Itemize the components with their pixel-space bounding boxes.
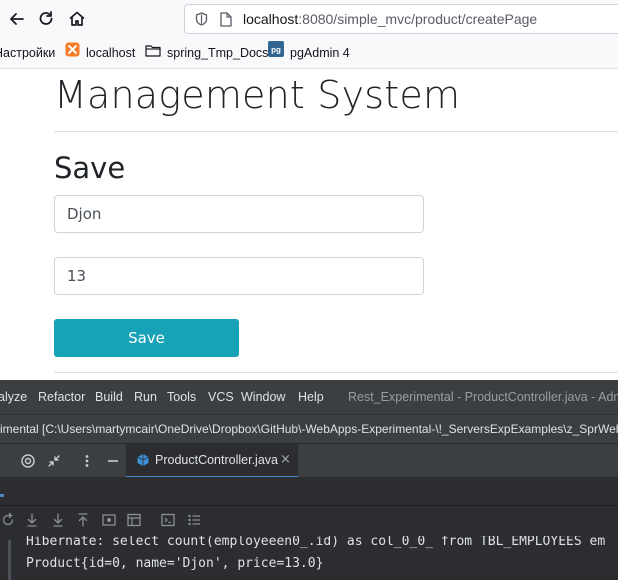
tool-window-area <box>0 477 618 505</box>
menu-vcs[interactable]: VCS <box>208 380 234 414</box>
home-icon[interactable] <box>67 9 87 29</box>
run-toolbar <box>0 505 618 537</box>
target-icon[interactable] <box>20 453 36 469</box>
bookmark-pgadmin[interactable]: pg pgAdmin 4 <box>268 38 350 68</box>
terminal-icon[interactable] <box>160 512 176 528</box>
bookmark-spring-docs[interactable]: spring_Tmp_Docs <box>145 38 268 68</box>
browser-toolbar: localhost:8080/simple_mvc/product/create… <box>0 0 618 38</box>
ide-menubar: alyze Refactor Build Run Tools VCS Windo… <box>0 380 618 414</box>
screenshot-icon[interactable] <box>101 512 117 528</box>
price-field[interactable] <box>54 257 424 295</box>
page-title: Management System <box>54 73 461 117</box>
web-page: Management System Save Save <box>0 69 618 380</box>
folder-icon <box>145 38 161 68</box>
url-bar[interactable]: localhost:8080/simple_mvc/product/create… <box>184 4 618 34</box>
pgadmin-icon: pg <box>268 38 284 68</box>
menu-refactor[interactable]: Refactor <box>38 380 85 414</box>
url-host: localhost <box>243 11 299 27</box>
active-tool-indicator <box>0 494 4 497</box>
reload-icon[interactable] <box>36 9 56 29</box>
menu-run[interactable]: Run <box>134 380 157 414</box>
name-field[interactable] <box>54 195 424 233</box>
bookmark-label: pgAdmin 4 <box>290 46 350 60</box>
divider <box>54 131 618 132</box>
shield-icon[interactable] <box>195 12 208 26</box>
minimize-icon[interactable] <box>105 453 121 469</box>
menu-tools[interactable]: Tools <box>167 380 196 414</box>
bookmarks-bar: Настройки localhost spring_Tmp_Docs pg p… <box>0 38 618 69</box>
divider <box>54 372 618 373</box>
menu-help[interactable]: Help <box>298 380 324 414</box>
page-icon[interactable] <box>219 12 233 27</box>
java-file-icon <box>136 453 150 472</box>
rerun-icon[interactable] <box>0 512 16 528</box>
console-line: Hibernate: select count(employeeen0_.id)… <box>26 536 606 549</box>
close-icon[interactable]: × <box>280 452 291 467</box>
section-title: Save <box>54 151 126 185</box>
tab-label: ProductController.java <box>155 453 278 467</box>
arrow-left-icon[interactable] <box>7 9 27 29</box>
editor-tab-bar: ProductController.java × <box>0 443 618 478</box>
step-out-icon[interactable] <box>75 512 91 528</box>
xampp-icon <box>65 38 80 68</box>
bookmark-label: spring_Tmp_Docs <box>167 46 269 60</box>
console-gutter <box>8 540 11 580</box>
save-button[interactable]: Save <box>54 319 239 357</box>
console-line: Product{id=0, name='Djon', price=13.0} <box>26 556 324 571</box>
step-over-icon[interactable] <box>24 512 40 528</box>
collapse-icon[interactable] <box>46 453 62 469</box>
project-path: imental [C:\Users\martymcair\OneDrive\Dr… <box>0 422 618 436</box>
step-into-icon[interactable] <box>50 512 66 528</box>
menu-build[interactable]: Build <box>95 380 123 414</box>
menu-window[interactable]: Window <box>241 380 285 414</box>
bookmark-settings[interactable]: Настройки <box>0 38 55 68</box>
menu-analyze[interactable]: alyze <box>0 380 27 414</box>
svg-text:pg: pg <box>271 45 281 54</box>
url-path: :8080/simple_mvc/product/createPage <box>298 11 538 27</box>
more-options-icon[interactable] <box>79 453 95 469</box>
window-title: Rest_Experimental - ProductController.ja… <box>348 390 618 404</box>
bookmark-label: Настройки <box>0 46 56 60</box>
bookmark-localhost[interactable]: localhost <box>65 38 135 68</box>
bookmark-label: localhost <box>86 46 136 60</box>
project-path-bar: imental [C:\Users\martymcair\OneDrive\Dr… <box>0 414 618 444</box>
layout-icon[interactable] <box>126 512 142 528</box>
list-icon[interactable] <box>186 512 202 528</box>
ide-window: alyze Refactor Build Run Tools VCS Windo… <box>0 380 618 580</box>
tab-product-controller[interactable]: ProductController.java × <box>126 444 298 478</box>
console-output[interactable]: Hibernate: select count(employeeen0_.id)… <box>0 536 618 580</box>
url-text: localhost:8080/simple_mvc/product/create… <box>243 11 537 27</box>
